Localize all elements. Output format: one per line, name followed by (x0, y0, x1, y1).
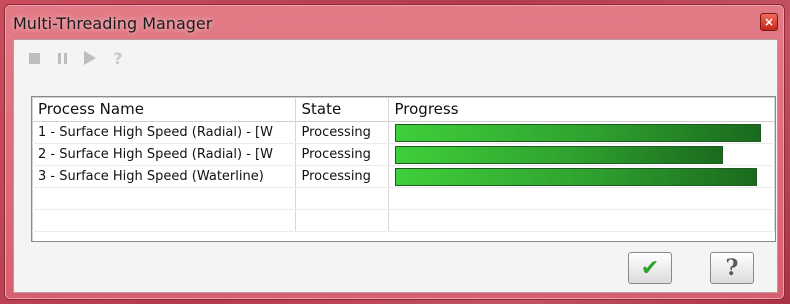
close-button[interactable]: × (760, 13, 778, 31)
toolbar: ? (24, 48, 128, 68)
multi-threading-manager-window: Multi-Threading Manager × ? Process Name… (5, 5, 784, 299)
empty-cell (388, 187, 775, 210)
pause-button[interactable] (52, 48, 72, 68)
progress-bar (394, 123, 761, 142)
stop-icon (28, 52, 40, 64)
state-cell: Processing (295, 143, 389, 166)
progress-bar (394, 145, 724, 164)
column-header-progress[interactable]: Progress (388, 97, 775, 122)
table-row[interactable]: 2 - Surface High Speed (Radial) - [W Proc… (32, 143, 775, 166)
table-header-row: Process Name State Progress (32, 97, 775, 122)
empty-cell (295, 187, 389, 210)
process-name-cell: 1 - Surface High Speed (Radial) - [W (32, 121, 296, 144)
progress-track (394, 123, 769, 142)
table-row[interactable]: 1 - Surface High Speed (Radial) - [W Proc… (32, 121, 775, 144)
process-table: Process Name State Progress 1 - Surface … (32, 97, 775, 232)
progress-cell (388, 143, 775, 166)
toolbar-help-button[interactable]: ? (108, 48, 128, 68)
process-list[interactable]: Process Name State Progress 1 - Surface … (31, 96, 776, 242)
empty-cell (295, 209, 389, 232)
empty-row (32, 209, 775, 232)
process-name-cell: 3 - Surface High Speed (Waterline) (32, 165, 296, 188)
dialog-client-area: ? Process Name State Progress 1 - Surfac… (13, 39, 778, 293)
pause-icon (57, 52, 67, 64)
ok-button[interactable]: ✔ (628, 252, 672, 284)
state-cell: Processing (295, 121, 389, 144)
column-header-process-name[interactable]: Process Name (32, 97, 296, 122)
progress-cell (388, 165, 775, 188)
empty-cell (388, 209, 775, 232)
question-mark-icon: ? (725, 255, 739, 281)
window-title: Multi-Threading Manager (13, 14, 213, 33)
play-icon (84, 51, 96, 65)
progress-bar (394, 167, 757, 186)
progress-track (394, 167, 769, 186)
help-button[interactable]: ? (710, 252, 754, 284)
empty-row (32, 187, 775, 210)
stop-button[interactable] (24, 48, 44, 68)
state-cell: Processing (295, 165, 389, 188)
empty-cell (32, 209, 296, 232)
progress-track (394, 145, 769, 164)
empty-cell (32, 187, 296, 210)
column-header-state[interactable]: State (295, 97, 389, 122)
progress-cell (388, 121, 775, 144)
play-button[interactable] (80, 48, 100, 68)
checkmark-icon: ✔ (640, 255, 660, 281)
table-row[interactable]: 3 - Surface High Speed (Waterline) Proces… (32, 165, 775, 188)
title-bar[interactable]: Multi-Threading Manager × (5, 5, 784, 39)
process-name-cell: 2 - Surface High Speed (Radial) - [W (32, 143, 296, 166)
